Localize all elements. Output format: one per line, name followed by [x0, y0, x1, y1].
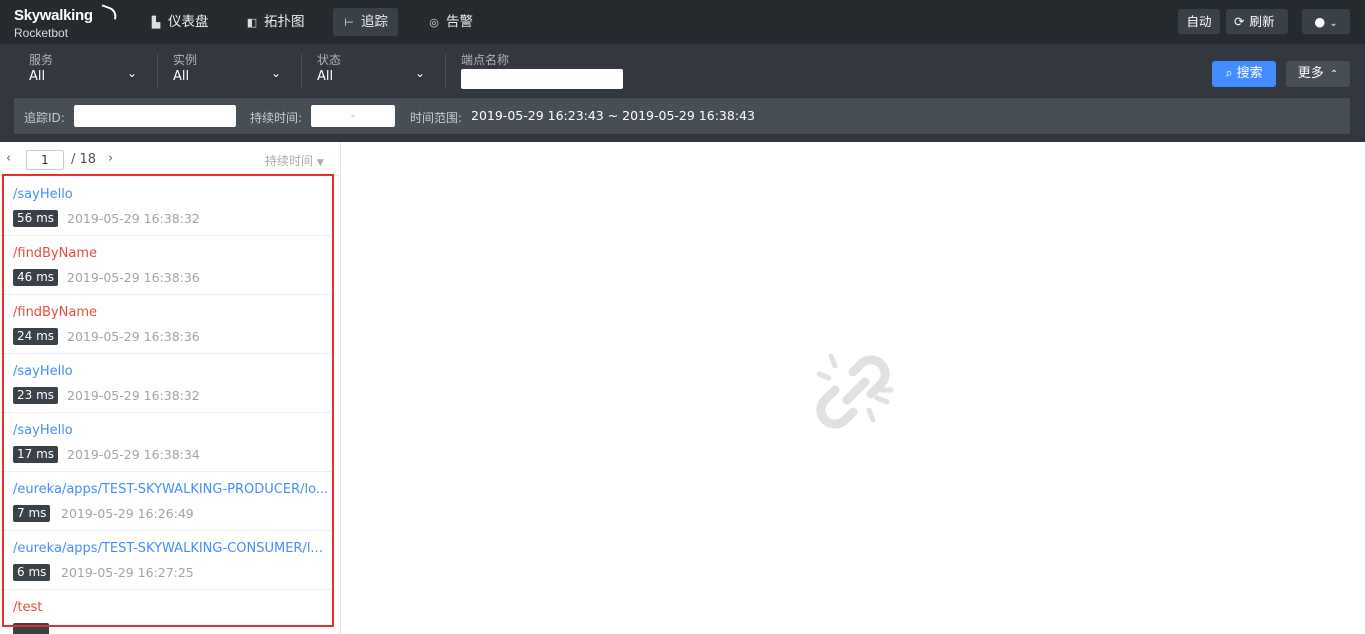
service-value: All: [29, 69, 46, 84]
chevron-down-icon: ⌄: [271, 66, 282, 80]
status-value: All: [317, 69, 334, 84]
sort-select[interactable]: 持续时间 ▼: [265, 152, 324, 169]
duration-badge: 24 ms: [13, 328, 59, 345]
duration-badge: 23 ms: [13, 387, 59, 404]
divider: [301, 54, 302, 88]
trace-item[interactable]: /findByName 24 ms 2019-05-29 16:38:36: [0, 295, 332, 354]
instance-select[interactable]: 实例 All ⌄: [173, 52, 285, 92]
user-menu-button[interactable]: ● ⌄: [1302, 9, 1350, 34]
duration-badge: [13, 623, 49, 634]
service-label: 服务: [29, 53, 54, 67]
user-icon: ●: [1314, 14, 1326, 29]
page-number-input[interactable]: 1: [26, 150, 64, 170]
more-options-button[interactable]: 更多 ⌃: [1286, 61, 1350, 87]
instance-value: All: [173, 69, 190, 84]
instance-label: 实例: [173, 53, 198, 67]
divider: [157, 54, 158, 88]
trace-start-time: 2019-05-29 16:38:32: [67, 211, 200, 226]
service-select[interactable]: 服务 All ⌄: [29, 52, 141, 92]
top-nav-bar: Skywalking Rocketbot ▙ 仪表盘 ◧ 拓扑图 ⊢ 追踪 ◎ 告警 自…: [0, 0, 1365, 44]
refresh-label: 刷新: [1249, 14, 1275, 29]
endpoint-input[interactable]: [461, 69, 623, 89]
trace-endpoint-name[interactable]: /eureka/apps/TEST-SKYWALKING-CONSUMER/l.…: [13, 541, 329, 556]
more-label: 更多: [1297, 66, 1324, 81]
filter-bar: 服务 All ⌄ 实例 All ⌄ 状态 All ⌄ 端点名称 ⌕ 搜索 更多 ⌃ …: [0, 44, 1365, 142]
nav-alarm[interactable]: ◎ 告警: [418, 8, 483, 36]
trace-list: /sayHello 56 ms 2019-05-29 16:38:32 /fin…: [0, 177, 340, 634]
logo-subtitle: Rocketbot: [14, 26, 69, 40]
nav-trace[interactable]: ⊢ 追踪: [333, 8, 398, 36]
topology-icon: ◧: [246, 16, 258, 29]
duration-badge: 6 ms: [13, 564, 51, 581]
endpoint-label: 端点名称: [461, 53, 510, 67]
trace-item[interactable]: /test: [0, 590, 332, 634]
auto-refresh-button[interactable]: 自动: [1178, 9, 1220, 34]
caret-down-icon: ▼: [316, 158, 324, 168]
dashboard-icon: ▙: [151, 16, 161, 29]
time-range-label: 时间范围:: [410, 111, 463, 125]
search-button[interactable]: ⌕ 搜索: [1212, 61, 1276, 87]
duration-badge: 17 ms: [13, 446, 59, 463]
broken-link-icon: [816, 353, 894, 429]
duration-label: 持续时间:: [250, 111, 303, 125]
trace-start-time: 2019-05-29 16:26:49: [61, 506, 194, 521]
advanced-filter-bar: 追踪ID: 持续时间: - 时间范围: 2019-05-29 16:23:43 …: [14, 98, 1350, 134]
trace-id-input[interactable]: [74, 105, 236, 127]
page-total: / 18: [71, 152, 97, 167]
trace-item[interactable]: /sayHello 23 ms 2019-05-29 16:38:32: [0, 354, 332, 413]
trace-endpoint-name[interactable]: /test: [13, 600, 329, 615]
duration-badge: 7 ms: [13, 505, 51, 522]
nav-dashboard-label: 仪表盘: [168, 14, 209, 30]
chevron-down-icon: ⌄: [415, 66, 426, 80]
trace-endpoint-name[interactable]: /findByName: [13, 305, 329, 320]
sort-label: 持续时间: [265, 154, 314, 168]
search-icon: ⌕: [1225, 66, 1233, 81]
nav-topology-label: 拓扑图: [264, 14, 305, 30]
duration-badge: 56 ms: [13, 210, 59, 227]
trace-endpoint-name[interactable]: /findByName: [13, 246, 329, 261]
trace-endpoint-name[interactable]: /sayHello: [13, 364, 329, 379]
prev-page-icon[interactable]: ‹: [6, 151, 11, 166]
trace-detail-pane: [341, 142, 1365, 634]
time-range-value[interactable]: 2019-05-29 16:23:43 ~ 2019-05-29 16:38:4…: [471, 108, 755, 123]
nav-dashboard[interactable]: ▙ 仪表盘: [140, 8, 219, 36]
next-page-icon[interactable]: ›: [108, 151, 113, 166]
status-select[interactable]: 状态 All ⌄: [317, 52, 429, 92]
trace-item[interactable]: /eureka/apps/TEST-SKYWALKING-CONSUMER/l.…: [0, 531, 332, 590]
logo-title: Skywalking: [14, 7, 93, 24]
search-label: 搜索: [1236, 66, 1263, 81]
trace-endpoint-name[interactable]: /sayHello: [13, 423, 329, 438]
duration-input[interactable]: -: [311, 105, 395, 127]
logo-arc-icon: [98, 4, 120, 20]
status-label: 状态: [317, 53, 342, 67]
nav-trace-label: 追踪: [361, 14, 388, 30]
trace-start-time: 2019-05-29 16:38:32: [67, 388, 200, 403]
duration-badge: 46 ms: [13, 269, 59, 286]
chevron-down-icon: ⌄: [127, 66, 138, 80]
chevron-down-icon: ⌄: [1329, 18, 1338, 29]
trace-id-label: 追踪ID:: [24, 111, 65, 125]
chevron-up-icon: ⌃: [1329, 69, 1339, 80]
nav-alarm-label: 告警: [446, 14, 473, 30]
refresh-button[interactable]: ⟳ 刷新: [1226, 9, 1288, 34]
trace-item[interactable]: /sayHello 17 ms 2019-05-29 16:38:34: [0, 413, 332, 472]
trace-endpoint-name[interactable]: /sayHello: [13, 187, 329, 202]
trace-start-time: 2019-05-29 16:38:34: [67, 447, 200, 462]
alarm-icon: ◎: [429, 16, 439, 29]
trace-item[interactable]: /eureka/apps/TEST-SKYWALKING-PRODUCER/lo…: [0, 472, 332, 531]
refresh-icon: ⟳: [1234, 14, 1245, 29]
trace-item[interactable]: /findByName 46 ms 2019-05-29 16:38:36: [0, 236, 332, 295]
trace-endpoint-name[interactable]: /eureka/apps/TEST-SKYWALKING-PRODUCER/lo…: [13, 482, 329, 497]
trace-start-time: 2019-05-29 16:38:36: [67, 329, 200, 344]
nav-topology[interactable]: ◧ 拓扑图: [236, 8, 315, 36]
trace-start-time: 2019-05-29 16:27:25: [61, 565, 194, 580]
pager: ‹ 1 / 18 › 持续时间 ▼: [0, 142, 340, 176]
divider: [445, 54, 446, 88]
trace-start-time: 2019-05-29 16:38:36: [67, 270, 200, 285]
skywalking-logo[interactable]: Skywalking Rocketbot: [14, 4, 120, 41]
trace-item[interactable]: /sayHello 56 ms 2019-05-29 16:38:32: [0, 177, 332, 236]
trace-icon: ⊢: [344, 16, 354, 29]
